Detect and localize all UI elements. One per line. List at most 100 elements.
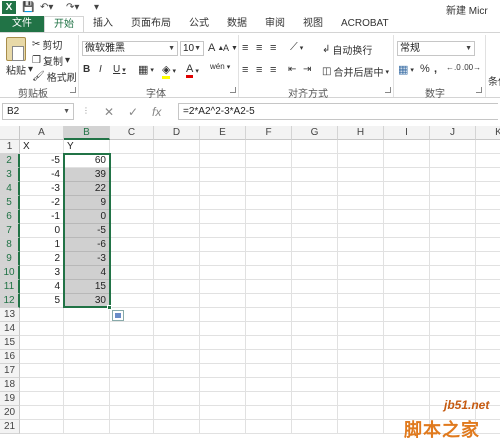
column-header-c[interactable]: C [110,126,154,140]
cell-e5[interactable] [200,196,246,210]
cell-e18[interactable] [200,378,246,392]
cell-c6[interactable] [110,210,154,224]
cell-e10[interactable] [200,266,246,280]
cell-k2[interactable] [476,154,500,168]
cell-b1[interactable]: Y [64,140,110,154]
cell-e17[interactable] [200,364,246,378]
cell-i16[interactable] [384,350,430,364]
cell-k7[interactable] [476,224,500,238]
cell-i17[interactable] [384,364,430,378]
cell-c8[interactable] [110,238,154,252]
cell-h4[interactable] [338,182,384,196]
increase-indent-button[interactable]: ⇥ [303,64,311,75]
cell-h10[interactable] [338,266,384,280]
cell-h6[interactable] [338,210,384,224]
decrease-indent-button[interactable]: ⇤ [288,64,296,75]
cell-g10[interactable] [292,266,338,280]
cell-b8[interactable]: -6 [64,238,110,252]
cell-h13[interactable] [338,308,384,322]
font-size-select[interactable]: 10 ▼ [180,41,204,56]
cell-f1[interactable] [246,140,292,154]
cell-e9[interactable] [200,252,246,266]
cell-b17[interactable] [64,364,110,378]
cell-d7[interactable] [154,224,200,238]
clipboard-launcher-icon[interactable] [70,87,76,93]
insert-function-button[interactable]: fx [152,105,161,119]
cell-f12[interactable] [246,294,292,308]
cell-d12[interactable] [154,294,200,308]
cell-d5[interactable] [154,196,200,210]
cell-i8[interactable] [384,238,430,252]
excel-app-icon[interactable]: X [2,1,16,14]
cell-k9[interactable] [476,252,500,266]
cell-c21[interactable] [110,420,154,434]
row-header-5[interactable]: 5 [0,196,20,210]
cell-h11[interactable] [338,280,384,294]
cell-b6[interactable]: 0 [64,210,110,224]
cell-a19[interactable] [20,392,64,406]
cell-b18[interactable] [64,378,110,392]
cell-b5[interactable]: 9 [64,196,110,210]
row-header-4[interactable]: 4 [0,182,20,196]
column-header-e[interactable]: E [200,126,246,140]
cell-g5[interactable] [292,196,338,210]
cell-h3[interactable] [338,168,384,182]
cell-f17[interactable] [246,364,292,378]
cell-b21[interactable] [64,420,110,434]
tab-file[interactable]: 文件 [0,16,44,32]
row-header-19[interactable]: 19 [0,392,20,406]
column-header-k[interactable]: K [476,126,500,140]
cell-h2[interactable] [338,154,384,168]
cell-f16[interactable] [246,350,292,364]
cell-h15[interactable] [338,336,384,350]
number-format-select[interactable]: 常规 ▼ [397,41,475,56]
cell-b11[interactable]: 15 [64,280,110,294]
row-header-2[interactable]: 2 [0,154,20,168]
column-header-j[interactable]: J [430,126,476,140]
cell-g4[interactable] [292,182,338,196]
cell-a5[interactable]: -2 [20,196,64,210]
column-header-b[interactable]: B [64,126,110,140]
cell-e7[interactable] [200,224,246,238]
tab-review[interactable]: 审阅 [256,16,294,32]
cell-g18[interactable] [292,378,338,392]
copy-button[interactable]: ❐ 复制 ▾ [32,53,70,69]
cell-e13[interactable] [200,308,246,322]
cell-h17[interactable] [338,364,384,378]
percent-style-button[interactable]: % [420,63,430,75]
cell-f2[interactable] [246,154,292,168]
cell-j18[interactable] [430,378,476,392]
cell-j15[interactable] [430,336,476,350]
cell-k16[interactable] [476,350,500,364]
cell-a10[interactable]: 3 [20,266,64,280]
cell-d19[interactable] [154,392,200,406]
tab-formulas[interactable]: 公式 [180,16,218,32]
shrink-font-button[interactable]: A ▼ [223,43,238,53]
cell-d4[interactable] [154,182,200,196]
cell-a15[interactable] [20,336,64,350]
cell-c11[interactable] [110,280,154,294]
cell-g7[interactable] [292,224,338,238]
cell-g9[interactable] [292,252,338,266]
italic-button[interactable]: I [99,64,102,75]
cell-c4[interactable] [110,182,154,196]
row-header-8[interactable]: 8 [0,238,20,252]
tab-view[interactable]: 视图 [294,16,332,32]
orientation-button[interactable]: ⟋ ▾ [290,41,303,54]
cell-g15[interactable] [292,336,338,350]
cell-f13[interactable] [246,308,292,322]
cell-f9[interactable] [246,252,292,266]
cell-h18[interactable] [338,378,384,392]
tab-home[interactable]: 开始 [44,16,84,32]
cell-f15[interactable] [246,336,292,350]
comma-style-button[interactable]: , [434,63,437,75]
cell-f20[interactable] [246,406,292,420]
cell-h1[interactable] [338,140,384,154]
cell-k8[interactable] [476,238,500,252]
cell-b12[interactable]: 30 [64,294,110,308]
cell-g16[interactable] [292,350,338,364]
cell-h8[interactable] [338,238,384,252]
cell-d14[interactable] [154,322,200,336]
cell-d16[interactable] [154,350,200,364]
cell-c20[interactable] [110,406,154,420]
